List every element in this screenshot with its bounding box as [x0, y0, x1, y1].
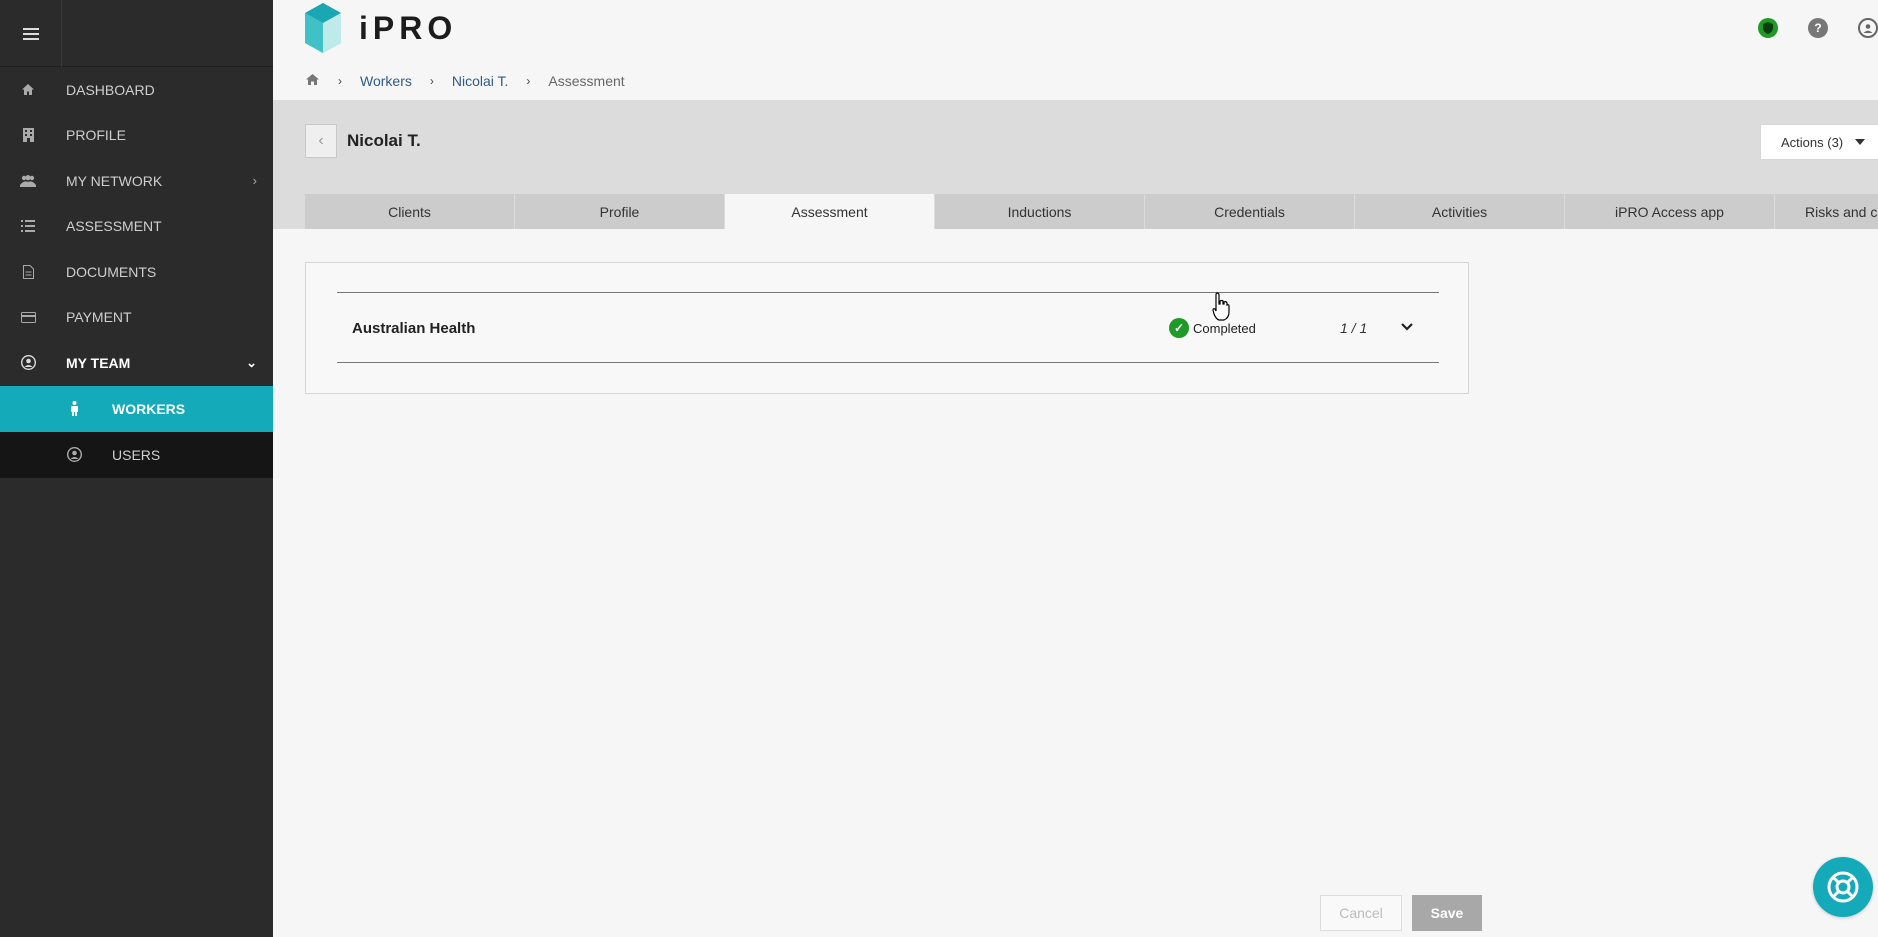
sidebar-item-label: PROFILE	[66, 127, 126, 144]
assessment-row[interactable]: Australian Health ✓ Completed 1 / 1	[337, 292, 1439, 363]
user-circle-icon	[66, 447, 82, 463]
hamburger-icon[interactable]	[0, 0, 62, 67]
chevron-down-icon: ⌄	[246, 354, 257, 370]
sidebar: DASHBOARD PROFILE MY NETWORK › ASSESSMEN…	[0, 0, 273, 937]
sidebar-item-dashboard[interactable]: DASHBOARD	[0, 67, 273, 113]
tab-profile[interactable]: Profile	[515, 194, 725, 229]
document-icon	[20, 264, 36, 280]
sidebar-item-my-team[interactable]: MY TEAM ⌄	[0, 340, 273, 386]
credit-card-icon	[20, 309, 36, 325]
assessment-count: 1 / 1	[1340, 320, 1368, 336]
sidebar-item-label: DASHBOARD	[66, 81, 155, 98]
status-text: Completed	[1193, 320, 1256, 336]
list-icon	[20, 218, 36, 234]
tab-assessment[interactable]: Assessment	[725, 194, 935, 229]
sidebar-item-payment[interactable]: PAYMENT	[0, 295, 273, 341]
users-icon	[20, 173, 36, 189]
sidebar-item-documents[interactable]: DOCUMENTS	[0, 249, 273, 295]
header-icons: ?	[1758, 18, 1878, 38]
breadcrumb-current: Assessment	[548, 73, 625, 89]
account-icon[interactable]	[1858, 18, 1878, 38]
tab-ipro-access-app[interactable]: iPRO Access app	[1565, 194, 1775, 229]
assessment-card: Australian Health ✓ Completed 1 / 1	[305, 262, 1469, 394]
tab-clients[interactable]: Clients	[305, 194, 515, 229]
worker-tabs: Clients Profile Assessment Inductions Cr…	[305, 194, 1878, 229]
sidebar-item-label: PAYMENT	[66, 309, 132, 326]
sidebar-subitem-label: WORKERS	[112, 400, 186, 417]
sidebar-item-label: MY TEAM	[66, 354, 131, 371]
chevron-left-icon: ‹	[318, 132, 324, 149]
breadcrumb: › Workers › Nicolai T. › Assessment	[305, 73, 625, 89]
breadcrumb-worker-name[interactable]: Nicolai T.	[452, 73, 509, 89]
tab-credentials[interactable]: Credentials	[1145, 194, 1355, 229]
sidebar-item-workers[interactable]: WORKERS	[0, 385, 273, 432]
person-icon	[66, 401, 82, 417]
logo-mark-icon	[305, 3, 341, 53]
tab-risks[interactable]: Risks and c	[1775, 194, 1878, 229]
help-icon[interactable]: ?	[1808, 18, 1828, 38]
sidebar-item-label: ASSESSMENT	[66, 218, 162, 235]
chevron-right-icon: ›	[252, 173, 257, 189]
actions-label: Actions (3)	[1781, 134, 1844, 150]
worker-header-band: ‹ Nicolai T. Actions (3) Clients Profile…	[273, 100, 1878, 229]
lifebuoy-icon	[1827, 871, 1859, 903]
top-header: iPRO ?	[273, 0, 1878, 58]
sidebar-item-label: MY NETWORK	[66, 172, 163, 189]
page-title: Nicolai T.	[347, 131, 421, 150]
actions-dropdown-button[interactable]: Actions (3)	[1760, 124, 1878, 160]
breadcrumb-separator: ›	[429, 74, 434, 88]
tab-inductions[interactable]: Inductions	[935, 194, 1145, 229]
sidebar-top	[0, 0, 273, 67]
breadcrumb-separator: ›	[526, 74, 531, 88]
sidebar-item-profile[interactable]: PROFILE	[0, 113, 273, 159]
sidebar-item-assessment[interactable]: ASSESSMENT	[0, 204, 273, 250]
chevron-down-icon[interactable]	[1397, 317, 1417, 337]
logo[interactable]: iPRO	[305, 3, 457, 53]
breadcrumb-workers[interactable]: Workers	[360, 73, 412, 89]
caret-down-icon	[1855, 139, 1866, 145]
user-circle-icon	[20, 355, 36, 371]
assessment-title: Australian Health	[352, 320, 476, 337]
sidebar-item-users[interactable]: USERS	[0, 431, 273, 478]
help-fab-button[interactable]	[1813, 857, 1873, 917]
tab-activities[interactable]: Activities	[1355, 194, 1565, 229]
save-button[interactable]: Save	[1412, 895, 1482, 931]
home-icon[interactable]	[305, 73, 320, 89]
sidebar-item-label: DOCUMENTS	[66, 263, 157, 280]
building-icon	[20, 127, 36, 143]
sidebar-item-my-network[interactable]: MY NETWORK ›	[0, 158, 273, 204]
shield-icon[interactable]	[1758, 18, 1778, 38]
back-button[interactable]: ‹	[305, 124, 337, 158]
breadcrumb-separator: ›	[338, 74, 342, 88]
sidebar-subitem-label: USERS	[112, 446, 161, 463]
cancel-button[interactable]: Cancel	[1320, 895, 1402, 931]
home-icon	[20, 82, 36, 98]
logo-text: iPRO	[359, 9, 458, 46]
hand-cursor-icon	[1212, 292, 1230, 321]
check-circle-icon: ✓	[1169, 318, 1189, 338]
